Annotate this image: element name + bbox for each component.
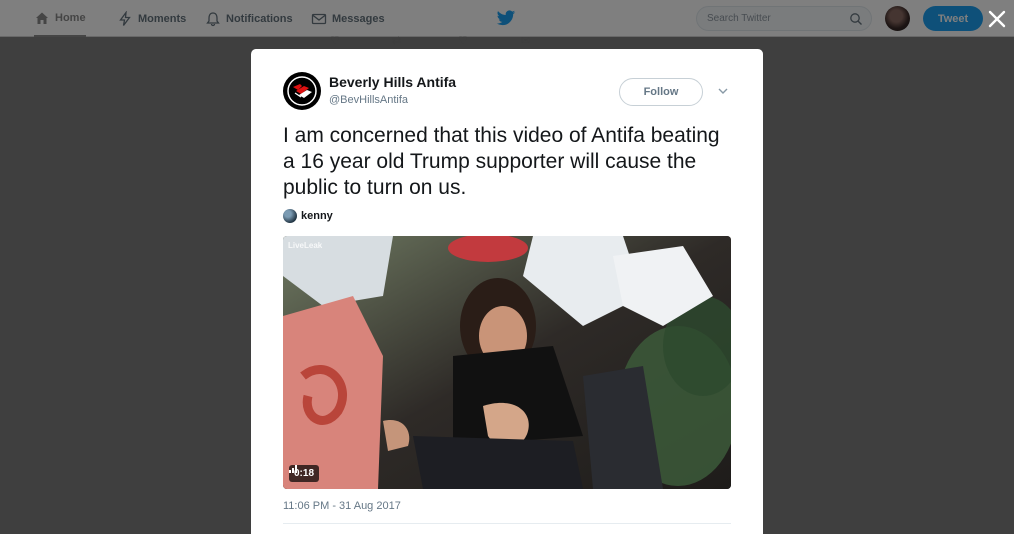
follow-button[interactable]: Follow <box>619 78 703 106</box>
chevron-down-icon[interactable] <box>717 86 729 96</box>
volume-icon <box>289 465 297 473</box>
antifa-flag-logo <box>287 76 317 106</box>
tweet-text: I am concerned that this video of Antifa… <box>283 124 720 199</box>
video-watermark: LiveLeak <box>288 241 323 250</box>
mention-name: kenny <box>301 210 333 222</box>
video-thumbnail <box>283 236 731 489</box>
video-duration-badge: 0:18 <box>289 465 320 482</box>
mention-avatar <box>283 209 297 223</box>
tweet-timestamp[interactable]: 11:06 PM - 31 Aug 2017 <box>283 500 401 512</box>
author-avatar[interactable] <box>283 72 321 110</box>
author-name[interactable]: Beverly Hills Antifa <box>329 74 456 90</box>
divider <box>283 523 731 524</box>
mentioned-user[interactable]: kenny <box>283 209 333 223</box>
author-handle[interactable]: @BevHillsAntifa <box>329 94 408 106</box>
video-player[interactable]: LiveLeak 0:18 <box>283 236 731 489</box>
close-icon[interactable] <box>986 8 1008 30</box>
tweet-modal: Beverly Hills Antifa @BevHillsAntifa Fol… <box>251 49 763 534</box>
